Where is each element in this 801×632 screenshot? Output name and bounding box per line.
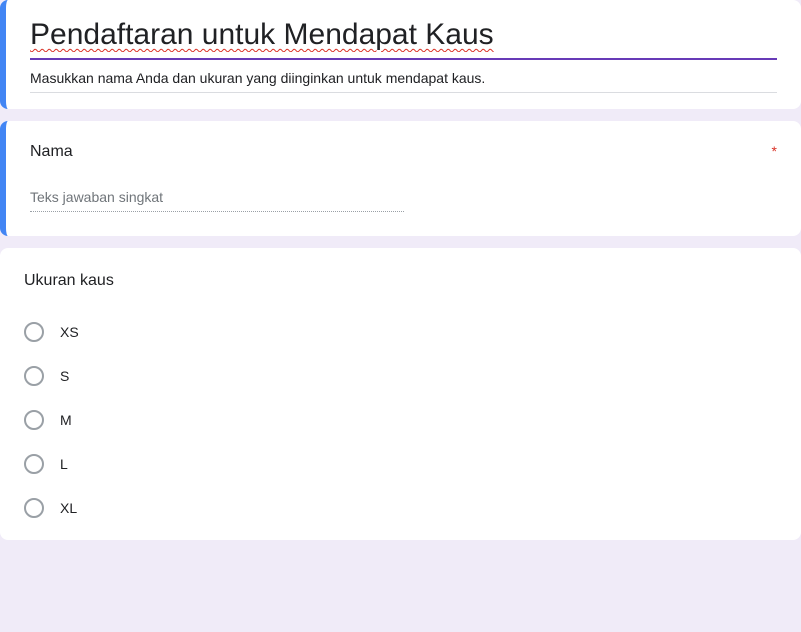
option-row[interactable]: M — [24, 398, 777, 442]
radio-icon — [24, 410, 44, 430]
options-list: XS S M L XL — [24, 310, 777, 530]
question-header: Nama * — [30, 143, 777, 161]
form-title-input[interactable] — [30, 18, 777, 60]
option-label: M — [60, 412, 72, 428]
option-label: XS — [60, 324, 79, 340]
radio-icon — [24, 366, 44, 386]
form-description-input[interactable] — [30, 70, 777, 93]
option-row[interactable]: XS — [24, 310, 777, 354]
radio-icon — [24, 498, 44, 518]
short-answer-input[interactable] — [30, 189, 404, 212]
radio-icon — [24, 322, 44, 342]
option-label: L — [60, 456, 68, 472]
option-label: XL — [60, 500, 77, 516]
option-label: S — [60, 368, 69, 384]
question-title: Ukuran kaus — [24, 272, 114, 290]
question-card-ukuran: Ukuran kaus XS S M L XL — [0, 248, 801, 540]
radio-icon — [24, 454, 44, 474]
option-row[interactable]: S — [24, 354, 777, 398]
form-header-card — [0, 0, 801, 109]
option-row[interactable]: XL — [24, 486, 777, 530]
question-card-nama: Nama * — [0, 121, 801, 236]
question-title: Nama — [30, 143, 73, 161]
required-asterisk: * — [772, 143, 777, 159]
question-header: Ukuran kaus — [24, 272, 777, 290]
option-row[interactable]: L — [24, 442, 777, 486]
form-container: Nama * Ukuran kaus XS S M L — [0, 0, 801, 540]
